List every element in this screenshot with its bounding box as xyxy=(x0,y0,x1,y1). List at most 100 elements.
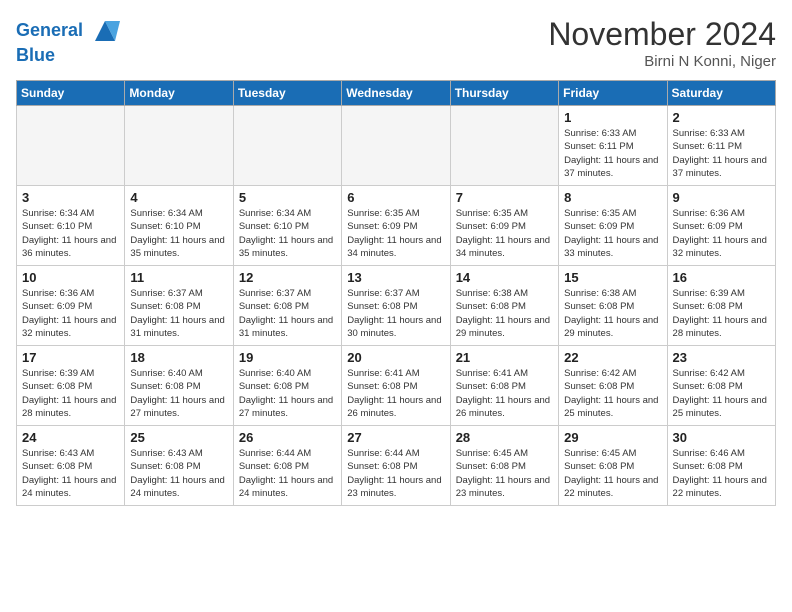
calendar-cell: 20 Sunrise: 6:41 AM Sunset: 6:08 PM Dayli… xyxy=(342,346,450,426)
weekday-header-saturday: Saturday xyxy=(667,81,775,106)
cell-sun-info: Sunrise: 6:41 AM Sunset: 6:08 PM Dayligh… xyxy=(347,367,444,420)
day-number: 9 xyxy=(673,190,770,205)
calendar-cell: 16 Sunrise: 6:39 AM Sunset: 6:08 PM Dayli… xyxy=(667,266,775,346)
calendar-cell xyxy=(17,106,125,186)
calendar-cell: 2 Sunrise: 6:33 AM Sunset: 6:11 PM Daylig… xyxy=(667,106,775,186)
cell-sun-info: Sunrise: 6:45 AM Sunset: 6:08 PM Dayligh… xyxy=(456,447,553,500)
cell-sun-info: Sunrise: 6:35 AM Sunset: 6:09 PM Dayligh… xyxy=(564,207,661,260)
calendar-cell: 17 Sunrise: 6:39 AM Sunset: 6:08 PM Dayli… xyxy=(17,346,125,426)
cell-sun-info: Sunrise: 6:33 AM Sunset: 6:11 PM Dayligh… xyxy=(564,127,661,180)
cell-sun-info: Sunrise: 6:33 AM Sunset: 6:11 PM Dayligh… xyxy=(673,127,770,180)
cell-sun-info: Sunrise: 6:39 AM Sunset: 6:08 PM Dayligh… xyxy=(22,367,119,420)
calendar-cell xyxy=(125,106,233,186)
calendar-cell: 24 Sunrise: 6:43 AM Sunset: 6:08 PM Dayli… xyxy=(17,426,125,506)
cell-sun-info: Sunrise: 6:35 AM Sunset: 6:09 PM Dayligh… xyxy=(347,207,444,260)
day-number: 15 xyxy=(564,270,661,285)
day-number: 17 xyxy=(22,350,119,365)
cell-sun-info: Sunrise: 6:39 AM Sunset: 6:08 PM Dayligh… xyxy=(673,287,770,340)
calendar-cell: 6 Sunrise: 6:35 AM Sunset: 6:09 PM Daylig… xyxy=(342,186,450,266)
calendar-cell xyxy=(233,106,341,186)
calendar-cell xyxy=(450,106,558,186)
calendar-cell: 28 Sunrise: 6:45 AM Sunset: 6:08 PM Dayli… xyxy=(450,426,558,506)
day-number: 13 xyxy=(347,270,444,285)
calendar-cell: 11Sunrise: 6:37 AM Sunset: 6:08 PM Dayli… xyxy=(125,266,233,346)
cell-sun-info: Sunrise: 6:44 AM Sunset: 6:08 PM Dayligh… xyxy=(239,447,336,500)
cell-sun-info: Sunrise: 6:35 AM Sunset: 6:09 PM Dayligh… xyxy=(456,207,553,260)
calendar-cell: 10 Sunrise: 6:36 AM Sunset: 6:09 PM Dayli… xyxy=(17,266,125,346)
day-number: 14 xyxy=(456,270,553,285)
logo: General Blue xyxy=(16,16,120,66)
calendar-cell: 30Sunrise: 6:46 AM Sunset: 6:08 PM Dayli… xyxy=(667,426,775,506)
cell-sun-info: Sunrise: 6:43 AM Sunset: 6:08 PM Dayligh… xyxy=(22,447,119,500)
cell-sun-info: Sunrise: 6:34 AM Sunset: 6:10 PM Dayligh… xyxy=(239,207,336,260)
day-number: 26 xyxy=(239,430,336,445)
day-number: 3 xyxy=(22,190,119,205)
cell-sun-info: Sunrise: 6:45 AM Sunset: 6:08 PM Dayligh… xyxy=(564,447,661,500)
cell-sun-info: Sunrise: 6:34 AM Sunset: 6:10 PM Dayligh… xyxy=(22,207,119,260)
day-number: 4 xyxy=(130,190,227,205)
cell-sun-info: Sunrise: 6:34 AM Sunset: 6:10 PM Dayligh… xyxy=(130,207,227,260)
logo-text: General xyxy=(16,16,120,46)
day-number: 25 xyxy=(130,430,227,445)
calendar-week-row: 24 Sunrise: 6:43 AM Sunset: 6:08 PM Dayli… xyxy=(17,426,776,506)
calendar-cell: 26 Sunrise: 6:44 AM Sunset: 6:08 PM Dayli… xyxy=(233,426,341,506)
weekday-header-monday: Monday xyxy=(125,81,233,106)
cell-sun-info: Sunrise: 6:38 AM Sunset: 6:08 PM Dayligh… xyxy=(456,287,553,340)
day-number: 8 xyxy=(564,190,661,205)
day-number: 16 xyxy=(673,270,770,285)
day-number: 12 xyxy=(239,270,336,285)
calendar-cell: 9Sunrise: 6:36 AM Sunset: 6:09 PM Daylig… xyxy=(667,186,775,266)
calendar-cell: 29 Sunrise: 6:45 AM Sunset: 6:08 PM Dayli… xyxy=(559,426,667,506)
weekday-header-friday: Friday xyxy=(559,81,667,106)
day-number: 7 xyxy=(456,190,553,205)
day-number: 30 xyxy=(673,430,770,445)
calendar-cell: 3 Sunrise: 6:34 AM Sunset: 6:10 PM Daylig… xyxy=(17,186,125,266)
calendar-week-row: 10 Sunrise: 6:36 AM Sunset: 6:09 PM Dayli… xyxy=(17,266,776,346)
day-number: 29 xyxy=(564,430,661,445)
calendar-cell: 5Sunrise: 6:34 AM Sunset: 6:10 PM Daylig… xyxy=(233,186,341,266)
cell-sun-info: Sunrise: 6:37 AM Sunset: 6:08 PM Dayligh… xyxy=(347,287,444,340)
day-number: 11 xyxy=(130,270,227,285)
calendar-cell: 21Sunrise: 6:41 AM Sunset: 6:08 PM Dayli… xyxy=(450,346,558,426)
cell-sun-info: Sunrise: 6:43 AM Sunset: 6:08 PM Dayligh… xyxy=(130,447,227,500)
weekday-header-sunday: Sunday xyxy=(17,81,125,106)
day-number: 27 xyxy=(347,430,444,445)
logo-blue: Blue xyxy=(16,46,120,66)
weekday-header-tuesday: Tuesday xyxy=(233,81,341,106)
day-number: 1 xyxy=(564,110,661,125)
calendar-cell: 22 Sunrise: 6:42 AM Sunset: 6:08 PM Dayli… xyxy=(559,346,667,426)
calendar-cell xyxy=(342,106,450,186)
calendar-week-row: 17 Sunrise: 6:39 AM Sunset: 6:08 PM Dayli… xyxy=(17,346,776,426)
calendar-cell: 18Sunrise: 6:40 AM Sunset: 6:08 PM Dayli… xyxy=(125,346,233,426)
cell-sun-info: Sunrise: 6:40 AM Sunset: 6:08 PM Dayligh… xyxy=(239,367,336,420)
month-title: November 2024 xyxy=(548,16,776,53)
day-number: 18 xyxy=(130,350,227,365)
day-number: 22 xyxy=(564,350,661,365)
weekday-header-wednesday: Wednesday xyxy=(342,81,450,106)
cell-sun-info: Sunrise: 6:37 AM Sunset: 6:08 PM Dayligh… xyxy=(239,287,336,340)
calendar-cell: 23Sunrise: 6:42 AM Sunset: 6:08 PM Dayli… xyxy=(667,346,775,426)
day-number: 6 xyxy=(347,190,444,205)
day-number: 20 xyxy=(347,350,444,365)
day-number: 2 xyxy=(673,110,770,125)
cell-sun-info: Sunrise: 6:38 AM Sunset: 6:08 PM Dayligh… xyxy=(564,287,661,340)
calendar-cell: 13 Sunrise: 6:37 AM Sunset: 6:08 PM Dayli… xyxy=(342,266,450,346)
day-number: 24 xyxy=(22,430,119,445)
cell-sun-info: Sunrise: 6:44 AM Sunset: 6:08 PM Dayligh… xyxy=(347,447,444,500)
weekday-header-row: SundayMondayTuesdayWednesdayThursdayFrid… xyxy=(17,81,776,106)
calendar-cell: 8 Sunrise: 6:35 AM Sunset: 6:09 PM Daylig… xyxy=(559,186,667,266)
cell-sun-info: Sunrise: 6:42 AM Sunset: 6:08 PM Dayligh… xyxy=(564,367,661,420)
calendar-table: SundayMondayTuesdayWednesdayThursdayFrid… xyxy=(16,80,776,506)
calendar-cell: 4 Sunrise: 6:34 AM Sunset: 6:10 PM Daylig… xyxy=(125,186,233,266)
day-number: 10 xyxy=(22,270,119,285)
calendar-cell: 1 Sunrise: 6:33 AM Sunset: 6:11 PM Daylig… xyxy=(559,106,667,186)
day-number: 23 xyxy=(673,350,770,365)
calendar-cell: 12 Sunrise: 6:37 AM Sunset: 6:08 PM Dayli… xyxy=(233,266,341,346)
weekday-header-thursday: Thursday xyxy=(450,81,558,106)
title-block: November 2024 Birni N Konni, Niger xyxy=(548,16,776,70)
page-header: General Blue November 2024 Birni N Konni… xyxy=(16,16,776,70)
calendar-cell: 19Sunrise: 6:40 AM Sunset: 6:08 PM Dayli… xyxy=(233,346,341,426)
day-number: 28 xyxy=(456,430,553,445)
cell-sun-info: Sunrise: 6:36 AM Sunset: 6:09 PM Dayligh… xyxy=(22,287,119,340)
logo-icon xyxy=(90,16,120,46)
